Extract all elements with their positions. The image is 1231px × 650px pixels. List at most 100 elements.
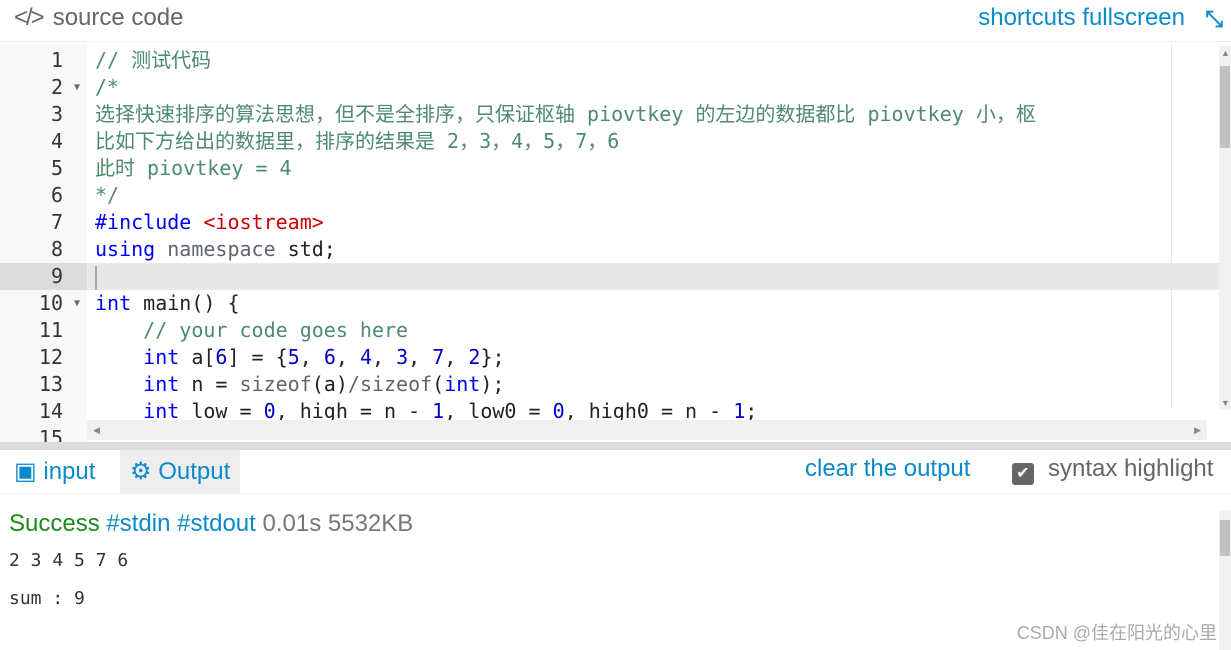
- code-token: , low0 =: [444, 399, 553, 420]
- output-scrollbar[interactable]: [1219, 510, 1231, 650]
- line-number-text: 10: [38, 291, 63, 315]
- vertical-scrollbar[interactable]: ▲ ▼: [1219, 46, 1231, 410]
- code-token: };: [480, 345, 505, 369]
- code-line[interactable]: /*: [87, 74, 1219, 101]
- line-number-text: 5: [50, 156, 63, 180]
- tab-input[interactable]: ▣ input: [4, 450, 105, 494]
- line-number: 15: [0, 425, 87, 442]
- code-token: a[: [191, 345, 216, 369]
- code-token: 6: [323, 345, 336, 369]
- tab-output[interactable]: ⚙ Output: [120, 450, 241, 494]
- code-token: using: [95, 237, 168, 261]
- line-number: 11: [0, 317, 87, 344]
- source-code-title: </> source code: [14, 4, 183, 32]
- syntax-highlight-toggle[interactable]: ✔ syntax highlight: [1012, 452, 1213, 486]
- code-line[interactable]: // your code goes here: [87, 317, 1219, 344]
- code-token: int: [95, 291, 144, 315]
- syntax-label: syntax highlight: [1048, 455, 1214, 482]
- code-line[interactable]: [87, 263, 1219, 290]
- editor-header: </> source code shortcuts fullscreen ⤡: [0, 0, 1231, 42]
- line-number-text: 2: [50, 75, 63, 99]
- code-token: ;: [745, 399, 758, 420]
- code-area[interactable]: // 测试代码 /* 选择快速排序的算法思想，但不是全排序，只保证枢轴 piovtk…: [87, 44, 1219, 420]
- output-line: 2 3 4 5 7 6: [9, 550, 129, 571]
- code-token: 5: [287, 345, 300, 369]
- code-token: #include: [95, 210, 204, 234]
- code-token: 比如下方给出的数据里，排序的结果是 2，3，4，5，7，6: [95, 129, 620, 153]
- line-number-text: 12: [38, 345, 63, 369]
- code-token: std;: [287, 237, 336, 261]
- line-number: 7: [0, 209, 87, 236]
- line-number: 9: [0, 263, 87, 290]
- compress-icon[interactable]: ⤡: [1205, 6, 1223, 32]
- code-token: int: [95, 372, 192, 396]
- code-token: namespace: [167, 237, 288, 261]
- horizontal-scrollbar[interactable]: ◀ ▶: [87, 420, 1207, 440]
- code-line[interactable]: int main() {: [87, 290, 1219, 317]
- code-token: low =: [191, 399, 264, 420]
- scroll-down-icon[interactable]: ▼: [1221, 398, 1230, 408]
- line-number-text: 14: [38, 399, 63, 423]
- code-token: 1: [432, 399, 445, 420]
- inbox-icon: ▣: [14, 458, 37, 485]
- code-line[interactable]: 此时 piovtkey = 4: [87, 155, 1219, 182]
- shortcuts-link[interactable]: shortcuts: [978, 4, 1075, 31]
- code-editor[interactable]: 1 2 ▼ 3 4 5 6 7 8 9 10 ▼ 11 12 13 14 15 // 测试代码/* 选择快速排序的…: [0, 44, 1231, 442]
- code-token: ,: [299, 345, 324, 369]
- run-time: 0.01s: [262, 510, 322, 537]
- line-number-text: 4: [50, 129, 63, 153]
- line-number-text: 1: [50, 48, 63, 72]
- line-number-text: 6: [50, 183, 63, 207]
- fullscreen-link[interactable]: fullscreen: [1082, 4, 1185, 31]
- code-line[interactable]: using namespace std;: [87, 236, 1219, 263]
- code-token: (: [432, 372, 445, 396]
- watermark: CSDN @佳在阳光的心里: [1016, 623, 1217, 643]
- fold-arrow-icon[interactable]: ▼: [74, 74, 80, 101]
- code-token: int: [444, 372, 481, 396]
- line-number: 14: [0, 398, 87, 425]
- scroll-thumb[interactable]: [1220, 66, 1230, 148]
- code-token: ,: [335, 345, 360, 369]
- line-number: 1: [0, 47, 87, 74]
- code-token: 7: [432, 345, 445, 369]
- stdout-link[interactable]: #stdout: [177, 510, 256, 537]
- scroll-up-icon[interactable]: ▲: [1221, 48, 1230, 58]
- run-memory: 5532KB: [327, 510, 414, 537]
- code-token: /*: [95, 75, 120, 99]
- line-number-text: 3: [50, 102, 63, 126]
- code-line[interactable]: 比如下方给出的数据里，排序的结果是 2，3，4，5，7，6: [87, 128, 1219, 155]
- panel-resizer[interactable]: [0, 442, 1231, 450]
- scroll-left-icon[interactable]: ◀: [93, 425, 100, 436]
- code-line[interactable]: // 测试代码: [87, 47, 1219, 74]
- code-token: main() {: [143, 291, 240, 315]
- status-success: Success: [9, 510, 100, 537]
- code-line[interactable]: int n = sizeof(a)/sizeof(int);: [87, 371, 1219, 398]
- clear-output-button[interactable]: clear the output: [805, 452, 970, 486]
- code-token: int: [95, 345, 192, 369]
- line-number-text: 13: [38, 372, 63, 396]
- line-number: 8: [0, 236, 87, 263]
- checkbox-checked-icon[interactable]: ✔: [1012, 463, 1034, 485]
- fold-arrow-icon[interactable]: ▼: [74, 290, 80, 317]
- code-line[interactable]: #include <iostream>: [87, 209, 1219, 236]
- code-token: 3: [396, 345, 409, 369]
- line-number-text: 7: [50, 210, 63, 234]
- line-number-text: 9: [50, 264, 63, 288]
- code-line[interactable]: int low = 0, high = n - 1, low0 = 0, hig…: [87, 398, 1219, 420]
- scroll-thumb[interactable]: [1220, 520, 1230, 556]
- code-line[interactable]: 选择快速排序的算法思想，但不是全排序，只保证枢轴 piovtkey 的左边的数据…: [87, 101, 1219, 128]
- code-token: 6: [215, 345, 228, 369]
- code-line[interactable]: int a[6] = {5, 6, 4, 3, 7, 2};: [87, 344, 1219, 371]
- tab-label: Output: [158, 458, 231, 485]
- scroll-right-icon[interactable]: ▶: [1194, 425, 1201, 436]
- code-token: */: [95, 183, 120, 207]
- line-number-text: 8: [50, 237, 63, 261]
- code-token: ,: [408, 345, 433, 369]
- code-token: 选择快速排序的算法思想，但不是全排序，只保证枢轴 piovtkey 的左边的数据…: [95, 102, 1036, 126]
- line-number: 12: [0, 344, 87, 371]
- line-gutter: 1 2 ▼ 3 4 5 6 7 8 9 10 ▼ 11 12 13 14 15: [0, 44, 87, 442]
- code-token: /sizeof: [347, 372, 433, 396]
- code-line[interactable]: */: [87, 182, 1219, 209]
- stdin-link[interactable]: #stdin: [106, 510, 170, 537]
- line-number: 13: [0, 371, 87, 398]
